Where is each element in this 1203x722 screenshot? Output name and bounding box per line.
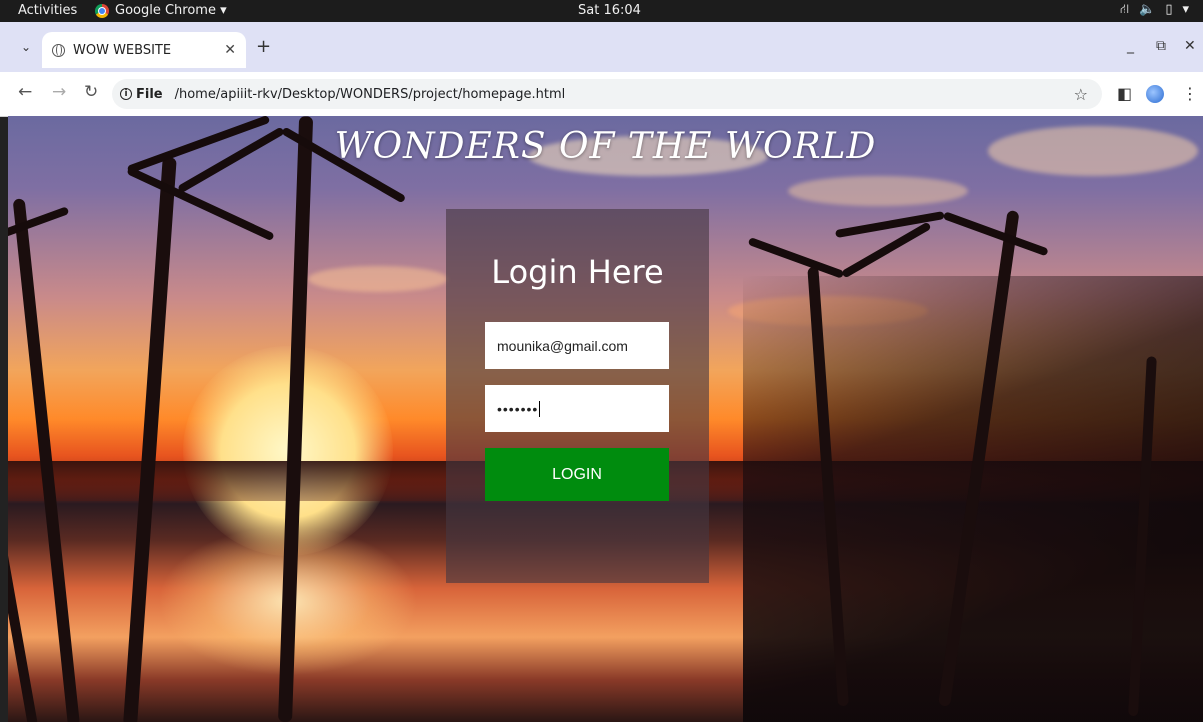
palm-trunk [123,156,177,722]
network-icon: ⛙ [1119,2,1130,17]
globe-icon [52,43,65,57]
site-title: WONDERS OF THE WORLD [334,126,877,167]
tab-strip: ⌄ WOW WEBSITE ✕ + _ ⧉ ✕ [0,22,1203,72]
page-viewport: WONDERS OF THE WORLD Login Here mounika@… [8,116,1203,722]
app-menu[interactable]: Google Chrome ▾ [95,3,227,18]
clock[interactable]: Sat 16:04 [578,3,641,18]
activities-button[interactable]: Activities [18,3,77,18]
text-caret [539,400,541,417]
email-field[interactable]: mounika@gmail.com [485,322,669,369]
app-menu-label: Google Chrome ▾ [115,3,227,18]
url-text[interactable]: /home/apiiit-rkv/Desktop/WONDERS/project… [175,87,566,102]
tab-title: WOW WEBSITE [73,42,172,58]
password-field[interactable]: ••••••• [485,385,669,432]
browser-toolbar: ← → ↻ i File /home/apiiit-rkv/Desktop/WO… [0,72,1203,117]
tab-wow-website[interactable]: WOW WEBSITE ✕ [42,32,246,68]
tab-search-button[interactable]: ⌄ [14,35,38,59]
profile-avatar[interactable] [1146,85,1164,103]
battery-icon: ▯ [1165,2,1173,17]
chevron-down-icon: ⌄ [20,40,32,54]
login-heading: Login Here [491,253,664,291]
bookmark-star-icon[interactable]: ☆ [1074,85,1088,104]
restore-button[interactable]: ⧉ [1156,38,1166,54]
password-value: ••••••• [497,400,539,417]
forward-button[interactable]: → [52,82,66,102]
system-menu-icon: ▾ [1182,2,1189,17]
close-icon[interactable]: ✕ [224,42,236,58]
minimize-button[interactable]: _ [1127,38,1134,54]
site-info-label: File [136,86,163,102]
kebab-menu-icon[interactable]: ⋮ [1182,84,1198,103]
system-tray[interactable]: ⛙ 🔈 ▯ ▾ [1120,2,1189,19]
info-icon: i [120,88,132,100]
login-panel: Login Here mounika@gmail.com ••••••• LOG… [446,209,709,583]
new-tab-button[interactable]: + [256,36,271,57]
volume-icon: 🔈 [1139,2,1156,17]
login-button[interactable]: LOGIN [485,448,669,501]
back-button[interactable]: ← [18,82,32,102]
site-info-chip[interactable]: i File [120,87,163,102]
reload-button[interactable]: ↻ [84,82,98,102]
window-close-button[interactable]: ✕ [1184,38,1196,54]
chrome-icon [95,3,109,18]
address-bar[interactable]: i File /home/apiiit-rkv/Desktop/WONDERS/… [112,79,1102,109]
system-top-bar: Activities Google Chrome ▾ Sat 16:04 ⛙ 🔈… [0,0,1203,22]
side-panel-icon[interactable]: ◧ [1117,84,1132,103]
email-value: mounika@gmail.com [497,337,628,354]
